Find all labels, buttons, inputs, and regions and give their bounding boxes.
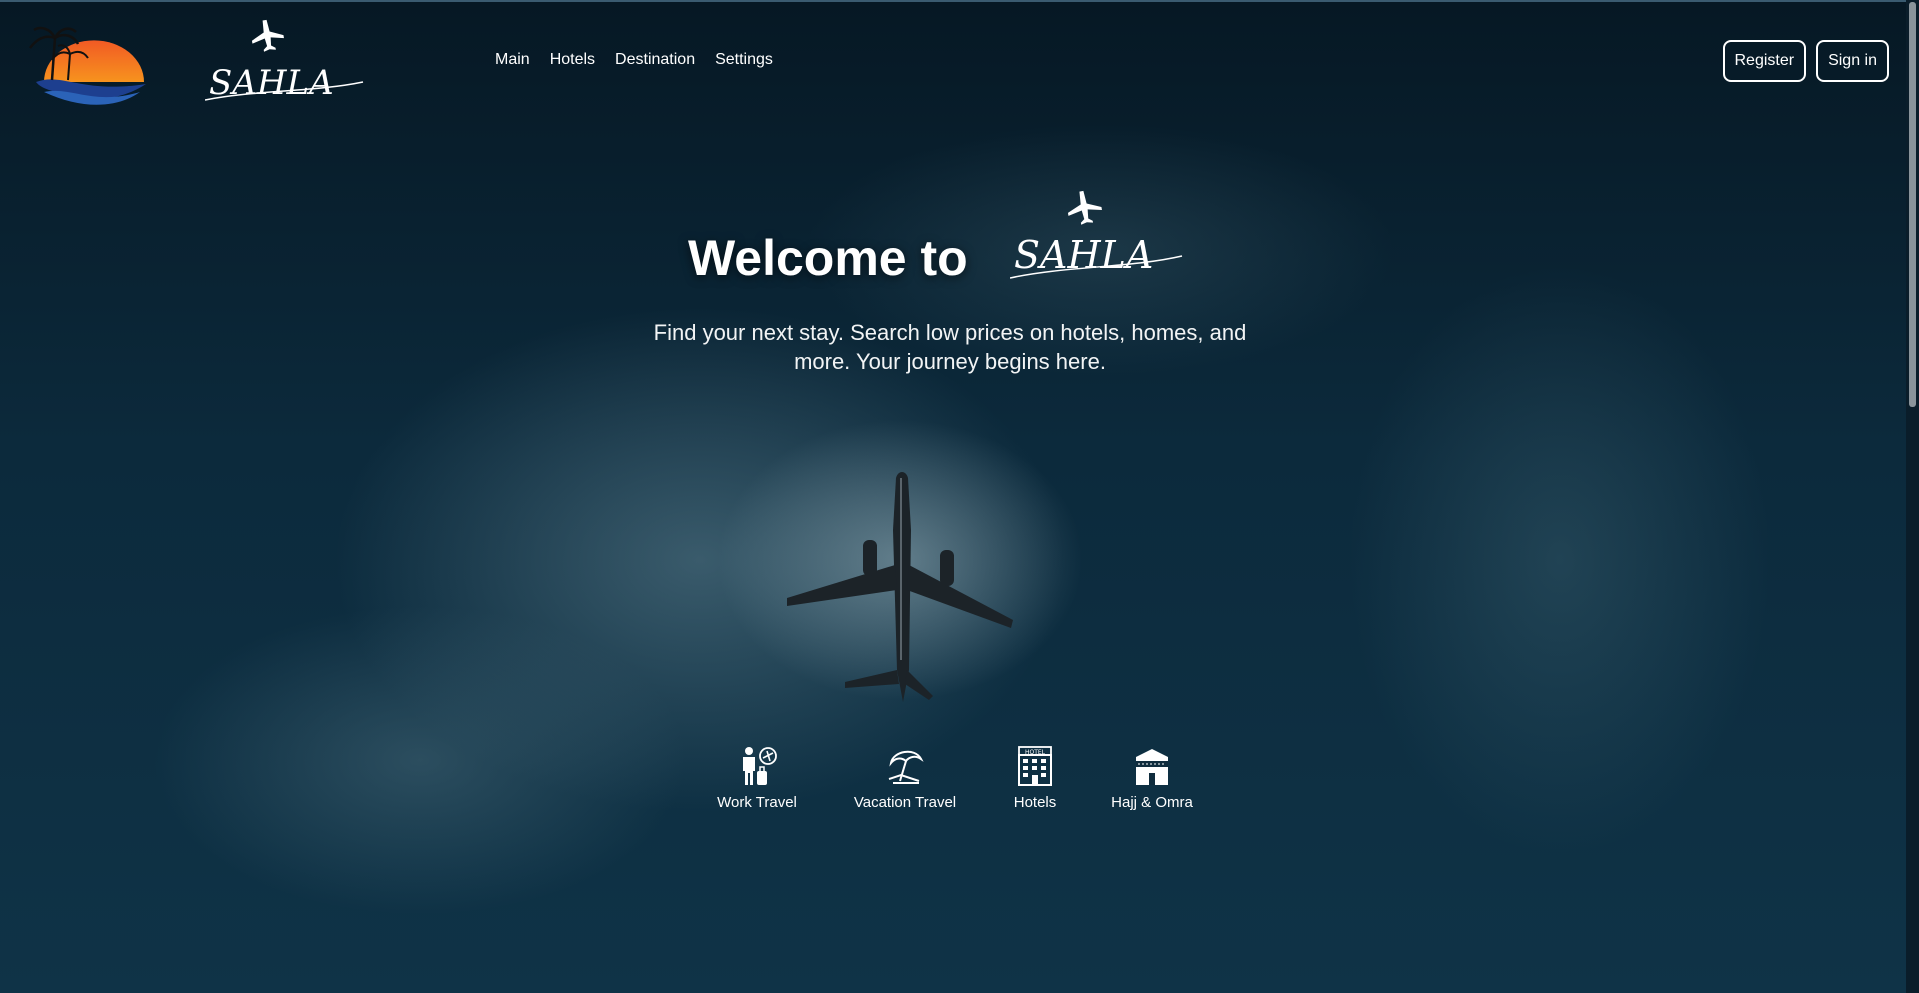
signin-button[interactable]: Sign in [1816, 40, 1889, 82]
category-bar: Work Travel Vacation Travel HOTEL Hotels… [0, 745, 1919, 825]
nav-destination[interactable]: Destination [615, 50, 695, 70]
category-label: Vacation Travel [853, 794, 957, 811]
nav-settings[interactable]: Settings [715, 50, 773, 70]
hero-sahla-logo: SAHLA [1009, 184, 1185, 284]
scrollbar-thumb[interactable] [1909, 2, 1916, 407]
hero-brand-wordmark: SAHLA [1014, 233, 1153, 277]
vertical-scrollbar[interactable] [1906, 0, 1919, 993]
category-vacation-travel[interactable]: Vacation Travel [846, 745, 964, 811]
auth-buttons: Register Sign in [1722, 40, 1889, 82]
category-label: Work Travel [717, 794, 797, 811]
register-button[interactable]: Register [1722, 40, 1807, 82]
beach-umbrella-icon [885, 745, 925, 787]
airplane-image [785, 470, 1015, 715]
hero-tagline: Find your next stay. Search low prices o… [653, 320, 1247, 374]
category-hotels[interactable]: HOTEL Hotels [1005, 745, 1065, 811]
business-traveler-icon [737, 745, 777, 787]
category-work-travel[interactable]: Work Travel [713, 745, 801, 811]
main-nav: Main Hotels Destination Settings [495, 50, 793, 70]
category-label: Hajj & Omra [1111, 794, 1193, 811]
kaaba-icon [1132, 745, 1172, 787]
welcome-heading: Welcome to [688, 230, 968, 286]
window-top-border [0, 0, 1919, 2]
nav-hotels[interactable]: Hotels [550, 50, 595, 70]
category-label: Hotels [1013, 794, 1057, 811]
sunset-logo[interactable] [22, 20, 152, 110]
nav-main[interactable]: Main [495, 50, 530, 70]
sahla-logo[interactable]: SAHLA [204, 12, 365, 104]
hotel-building-icon: HOTEL [1015, 745, 1055, 787]
category-hajj-omra[interactable]: Hajj & Omra [1103, 745, 1201, 811]
